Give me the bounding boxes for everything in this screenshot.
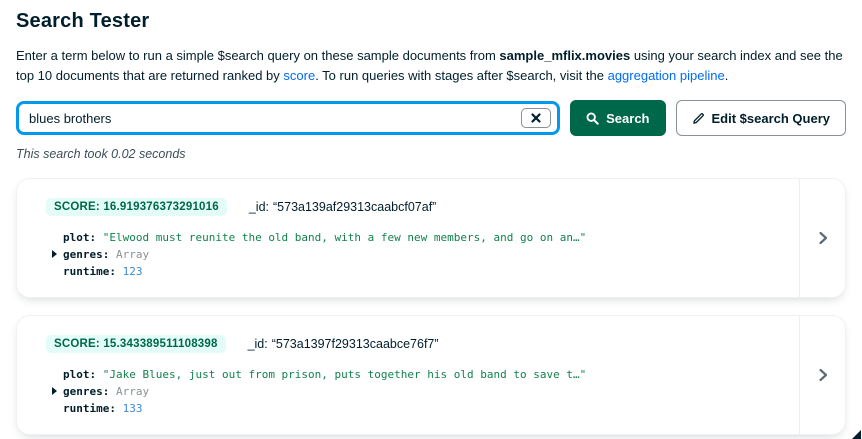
document-fields: plot: "Elwood must reunite the old band,… <box>46 229 799 280</box>
caret-right-icon[interactable] <box>52 387 57 395</box>
document-preview: SCORE: 15.343389511108398 _id: “573a1397f… <box>17 316 799 434</box>
search-input-wrapper <box>16 101 561 135</box>
clear-search-button[interactable] <box>521 108 552 128</box>
document-preview: SCORE: 16.919376373291016 _id: “573a139af… <box>17 179 799 297</box>
aggregation-pipeline-link[interactable]: aggregation pipeline <box>608 68 725 83</box>
chevron-right-icon <box>817 231 829 245</box>
field-row-plot: plot: "Elwood must reunite the old band,… <box>63 229 799 246</box>
collection-name: sample_mflix.movies <box>499 48 631 63</box>
page-title: Search Tester <box>16 10 150 32</box>
page-description: Enter a term below to run a simple $sear… <box>16 46 846 85</box>
edit-button-label: Edit $search Query <box>711 110 831 126</box>
field-value: Array <box>115 248 150 261</box>
description-text: Enter a term below to run a simple $sear… <box>16 48 500 63</box>
field-value: 123 <box>122 265 143 278</box>
description-text: . To run queries with stages after $sear… <box>315 67 608 83</box>
score-badge: SCORE: 16.919376373291016 <box>46 198 227 216</box>
caret-right-icon[interactable] <box>52 250 57 258</box>
field-row-genres[interactable]: genres: Array <box>52 383 799 400</box>
field-key: genres: <box>63 385 110 398</box>
field-row-runtime: runtime: 123 <box>63 263 799 280</box>
id-value: “573a1397f29313caabce76f7” <box>271 337 439 351</box>
search-button[interactable]: Search <box>570 100 666 136</box>
field-value: "Elwood must reunite the old band, with … <box>102 231 587 244</box>
chevron-right-icon <box>817 368 829 382</box>
field-row-genres[interactable]: genres: Array <box>52 246 799 263</box>
field-key: genres: <box>63 248 110 261</box>
field-row-plot: plot: "Jake Blues, just out from prison,… <box>63 366 799 383</box>
score-badge: SCORE: 15.343389511108398 <box>46 335 226 353</box>
result-card-header: SCORE: 16.919376373291016 _id: “573a139af… <box>46 198 799 216</box>
search-timing-text: This search took 0.02 seconds <box>16 147 186 161</box>
cursor-artifact <box>852 430 861 439</box>
pencil-icon <box>692 112 705 125</box>
document-id: _id: “573a1397f29313caabce76f7” <box>248 337 439 351</box>
search-input[interactable] <box>16 101 561 135</box>
field-value: "Jake Blues, just out from prison, puts … <box>102 368 587 381</box>
result-card-header: SCORE: 15.343389511108398 _id: “573a1397f… <box>46 335 799 353</box>
search-tester-page: Search Tester Enter a term below to run … <box>0 0 862 439</box>
document-fields: plot: "Jake Blues, just out from prison,… <box>46 366 799 417</box>
result-card-1: SCORE: 16.919376373291016 _id: “573a139af… <box>16 178 846 298</box>
open-document-button[interactable] <box>799 316 845 434</box>
field-key: runtime: <box>63 265 116 278</box>
search-bar: Search Edit $search Query <box>16 100 846 136</box>
field-key: plot: <box>63 368 97 381</box>
document-id: _id: “573a139af29313caabcf07af” <box>249 200 437 214</box>
id-value: “573a139af29313caabcf07af” <box>273 200 437 214</box>
field-key: runtime: <box>63 402 116 415</box>
field-value: Array <box>115 385 150 398</box>
open-document-button[interactable] <box>799 179 845 297</box>
field-row-runtime: runtime: 133 <box>63 400 799 417</box>
x-icon <box>531 113 541 123</box>
score-link[interactable]: score <box>283 68 315 83</box>
field-key: plot: <box>63 231 97 244</box>
edit-search-query-button[interactable]: Edit $search Query <box>675 100 846 136</box>
search-icon <box>586 112 599 125</box>
id-key: _id: <box>248 200 269 214</box>
id-key: _id: <box>247 337 268 351</box>
search-button-label: Search <box>606 110 650 126</box>
description-text: . <box>724 67 729 83</box>
field-value: 133 <box>122 402 143 415</box>
result-card-2: SCORE: 15.343389511108398 _id: “573a1397f… <box>16 315 846 435</box>
